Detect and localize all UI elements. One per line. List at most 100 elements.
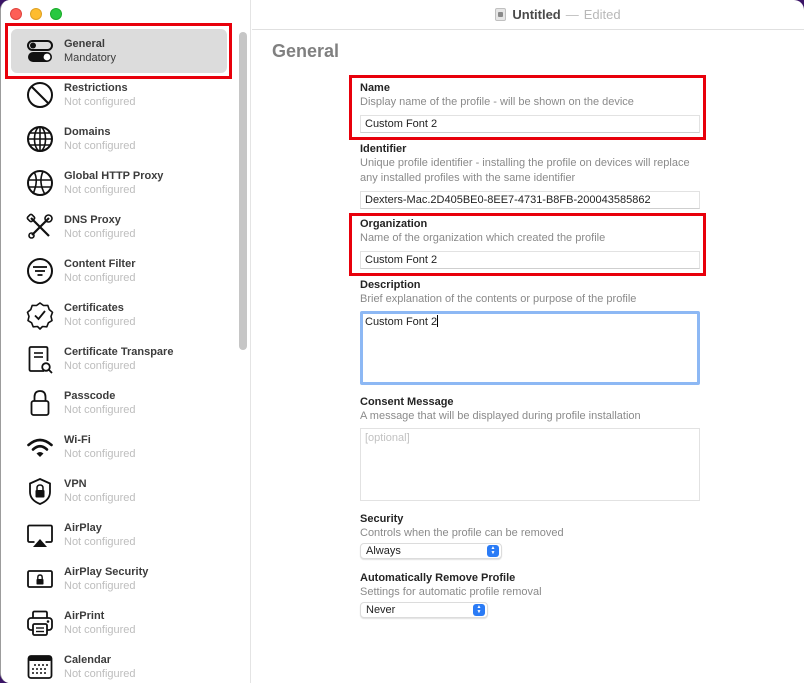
sidebar-item-status: Not configured [64,624,136,636]
sidebar-item-status: Not configured [64,360,136,372]
updown-chevron-icon: ▲ ▼ [487,545,499,557]
sidebar-item-status: Mandatory [64,52,116,64]
airplay-lock-icon [25,564,55,594]
sidebar-item-vpn[interactable]: VPN Not configured [11,469,227,513]
organization-input[interactable] [360,251,700,269]
filter-icon [25,256,55,286]
name-label: Name [360,82,390,94]
name-field: Name Display name of the profile - will … [360,81,700,133]
sidebar-item-title: Global HTTP Proxy [64,170,164,182]
sidebar-item-general[interactable]: General Mandatory [11,29,227,73]
no-entry-icon [25,80,55,110]
sidebar: General Mandatory Restrictions Not confi… [1,0,251,683]
identifier-description: Unique profile identifier - installing t… [360,157,690,184]
identifier-label: Identifier [360,143,407,155]
airplay-icon [25,520,55,550]
lock-icon [25,388,55,418]
sidebar-item-calendar[interactable]: Calendar Not configured [11,645,227,683]
identifier-input[interactable] [360,191,700,209]
sidebar-item-passcode[interactable]: Passcode Not configured [11,381,227,425]
sidebar-item-title: Content Filter [64,258,136,270]
sidebar-item-title: Passcode [64,390,116,402]
auto-remove-label: Automatically Remove Profile [360,572,516,584]
calendar-icon [25,652,55,682]
security-field: Security Controls when the profile can b… [360,512,564,559]
name-input[interactable] [360,115,700,133]
sidebar-item-status: Not configured [64,448,136,460]
organization-field: Organization Name of the organization wh… [360,217,700,269]
minimize-window-button[interactable] [30,8,42,20]
edited-status: Edited [583,7,621,22]
sidebar-item-status: Not configured [64,140,136,152]
sidebar-item-status: Not configured [64,228,136,240]
auto-remove-selected: Never [366,604,396,616]
wifi-icon [25,432,55,462]
sidebar-item-status: Not configured [64,668,136,680]
sidebar-item-content-filter[interactable]: Content Filter Not configured [11,249,227,293]
sidebar-item-airplay-security[interactable]: AirPlay Security Not configured [11,557,227,601]
consent-placeholder: [optional] [365,432,410,444]
consent-label: Consent Message [360,396,454,408]
app-window: General Mandatory Restrictions Not confi… [0,0,804,683]
globe-icon [25,124,55,154]
organization-label: Organization [360,218,428,230]
security-select[interactable]: Always ▲ ▼ [360,543,502,559]
security-selected: Always [366,545,401,557]
sidebar-item-restrictions[interactable]: Restrictions Not configured [11,73,227,117]
payload-list: General Mandatory Restrictions Not confi… [11,29,227,683]
sidebar-item-dns-proxy[interactable]: DNS Proxy Not configured [11,205,227,249]
description-description: Brief explanation of the contents or pur… [360,293,637,305]
sidebar-item-airprint[interactable]: AirPrint Not configured [11,601,227,645]
sidebar-item-status: Not configured [64,96,136,108]
main-content: General Name Display name of the profile… [252,31,804,683]
security-description: Controls when the profile can be removed [360,527,564,539]
sidebar-item-title: Certificates [64,302,124,314]
printer-icon [25,608,55,638]
description-textarea[interactable]: Custom Font 2 [360,311,700,385]
sidebar-item-certificates[interactable]: Certificates Not configured [11,293,227,337]
sidebar-item-global-http-proxy[interactable]: Global HTTP Proxy Not configured [11,161,227,205]
sidebar-item-status: Not configured [64,316,136,328]
sidebar-item-status: Not configured [64,536,136,548]
consent-field: Consent Message A message that will be d… [360,395,700,501]
sidebar-item-wifi[interactable]: Wi-Fi Not configured [11,425,227,469]
auto-remove-field: Automatically Remove Profile Settings fo… [360,571,542,618]
sidebar-item-title: AirPlay [64,522,102,534]
sidebar-item-title: AirPrint [64,610,105,622]
page-title: General [272,41,340,61]
title-separator: — [565,7,579,22]
organization-description: Name of the organization which created t… [360,232,606,244]
sidebar-item-title: Restrictions [64,82,128,94]
close-window-button[interactable] [10,8,22,20]
sidebar-item-title: DNS Proxy [64,214,121,226]
name-description: Display name of the profile - will be sh… [360,96,634,108]
sidebar-item-title: Domains [64,126,111,138]
sidebar-item-status: Not configured [64,580,136,592]
sidebar-item-title: Certificate Transpare [64,346,174,358]
sidebar-item-airplay[interactable]: AirPlay Not configured [11,513,227,557]
auto-remove-select[interactable]: Never ▲ ▼ [360,602,488,618]
text-caret [437,315,439,327]
description-value: Custom Font 2 [365,316,438,328]
shield-lock-icon [25,476,55,506]
maximize-window-button[interactable] [50,8,62,20]
sidebar-item-domains[interactable]: Domains Not configured [11,117,227,161]
window-controls [10,8,62,20]
consent-description: A message that will be displayed during … [360,410,641,422]
consent-textarea[interactable]: [optional] [360,428,700,501]
document-icon [495,8,507,21]
sidebar-item-title: Wi-Fi [64,434,91,446]
title-bar: Untitled — Edited [252,0,804,30]
sidebar-item-title: General [64,38,105,50]
sidebar-item-status: Not configured [64,492,136,504]
sidebar-item-certificate-transparency[interactable]: Certificate Transpare Not configured [11,337,227,381]
tools-icon [25,212,55,242]
identifier-field: Identifier Unique profile identifier - i… [360,142,700,209]
sidebar-item-title: VPN [64,478,87,490]
toggles-icon [25,36,55,66]
sidebar-item-title: AirPlay Security [64,566,149,578]
security-label: Security [360,513,404,525]
description-field: Description Brief explanation of the con… [360,278,700,385]
sidebar-scrollbar[interactable] [239,32,247,350]
auto-remove-description: Settings for automatic profile removal [360,586,542,598]
